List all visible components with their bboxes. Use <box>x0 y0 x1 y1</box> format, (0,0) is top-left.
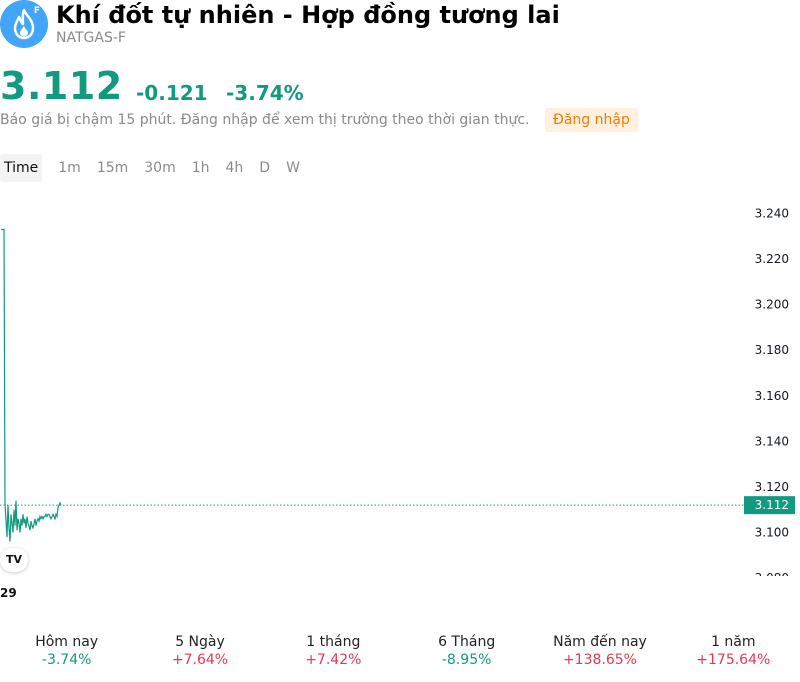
price-change: -0.121 <box>136 81 208 105</box>
y-tick-label: 3.220 <box>755 252 789 266</box>
timeframe-tab-30m[interactable]: 30m <box>136 154 183 182</box>
current-price: 3.112 <box>0 64 123 108</box>
tradingview-logo[interactable]: TV <box>0 548 28 572</box>
y-tick-label: 3.140 <box>755 434 789 448</box>
timeframe-tab-4h[interactable]: 4h <box>218 154 252 182</box>
performance-item[interactable]: 1 tháng +7.42% <box>267 634 400 668</box>
performance-value: +138.65% <box>562 652 637 668</box>
y-tick-label: 3.120 <box>755 480 789 494</box>
price-series-line <box>1 228 62 542</box>
y-tick-label: 3.200 <box>755 298 789 312</box>
logo: F <box>0 0 48 48</box>
login-button[interactable]: Đăng nhập <box>545 108 638 132</box>
performance-label: 1 tháng <box>306 634 361 650</box>
price-chart-svg: 3.240 3.220 3.200 3.180 3.160 3.140 3.120 3.100… <box>0 207 795 580</box>
performance-value: +7.42% <box>305 652 362 668</box>
flame-icon <box>13 8 35 40</box>
logo-badge: F <box>33 6 40 16</box>
performance-item[interactable]: 5 Ngày +7.64% <box>133 634 266 668</box>
performance-label: 5 Ngày <box>175 634 225 650</box>
timeframe-tab-1m[interactable]: 1m <box>50 154 89 182</box>
y-tick-label: 3.160 <box>755 389 789 403</box>
y-tick-label: 3.080 <box>755 571 789 580</box>
performance-value: -3.74% <box>41 652 92 668</box>
timeframe-tabs: Time 1m 15m 30m 1h 4h D W <box>0 154 308 182</box>
y-tick-label: 3.240 <box>755 207 789 221</box>
timeframe-tab-w[interactable]: W <box>278 154 308 182</box>
price-change-percent: -3.74% <box>226 81 304 105</box>
performance-value: +175.64% <box>696 652 771 668</box>
timeframe-tab-15m[interactable]: 15m <box>89 154 136 182</box>
performance-item[interactable]: 6 Tháng -8.95% <box>400 634 533 668</box>
performance-label: Hôm nay <box>35 634 99 650</box>
y-tick-label: 3.180 <box>755 343 789 357</box>
last-price-label: 3.112 <box>755 498 789 512</box>
performance-label: 1 năm <box>711 634 756 650</box>
performance-item[interactable]: Năm đến nay +138.65% <box>533 634 666 668</box>
price-chart[interactable]: 3.240 3.220 3.200 3.180 3.160 3.140 3.120 3.100… <box>0 196 800 580</box>
performance-label: Năm đến nay <box>553 634 647 650</box>
symbol-label: NATGAS-F <box>56 30 126 46</box>
timeframe-tab-time[interactable]: Time <box>0 154 43 182</box>
y-tick-label: 3.100 <box>755 526 789 540</box>
x-axis-date-label: 29 <box>0 586 17 600</box>
delay-notice: Báo giá bị chậm 15 phút. Đăng nhập để xe… <box>0 112 530 128</box>
timeframe-tab-d[interactable]: D <box>251 154 278 182</box>
performance-value: -8.95% <box>441 652 492 668</box>
performance-summary: Hôm nay -3.74% 5 Ngày +7.64% 1 tháng +7.42% 6 … <box>0 634 800 668</box>
performance-item[interactable]: Hôm nay -3.74% <box>0 634 133 668</box>
performance-item[interactable]: 1 năm +175.64% <box>667 634 800 668</box>
performance-label: 6 Tháng <box>438 634 496 650</box>
page-title: Khí đốt tự nhiên - Hợp đồng tương lai <box>56 1 560 29</box>
performance-value: +7.64% <box>171 652 229 668</box>
timeframe-tab-1h[interactable]: 1h <box>184 154 218 182</box>
